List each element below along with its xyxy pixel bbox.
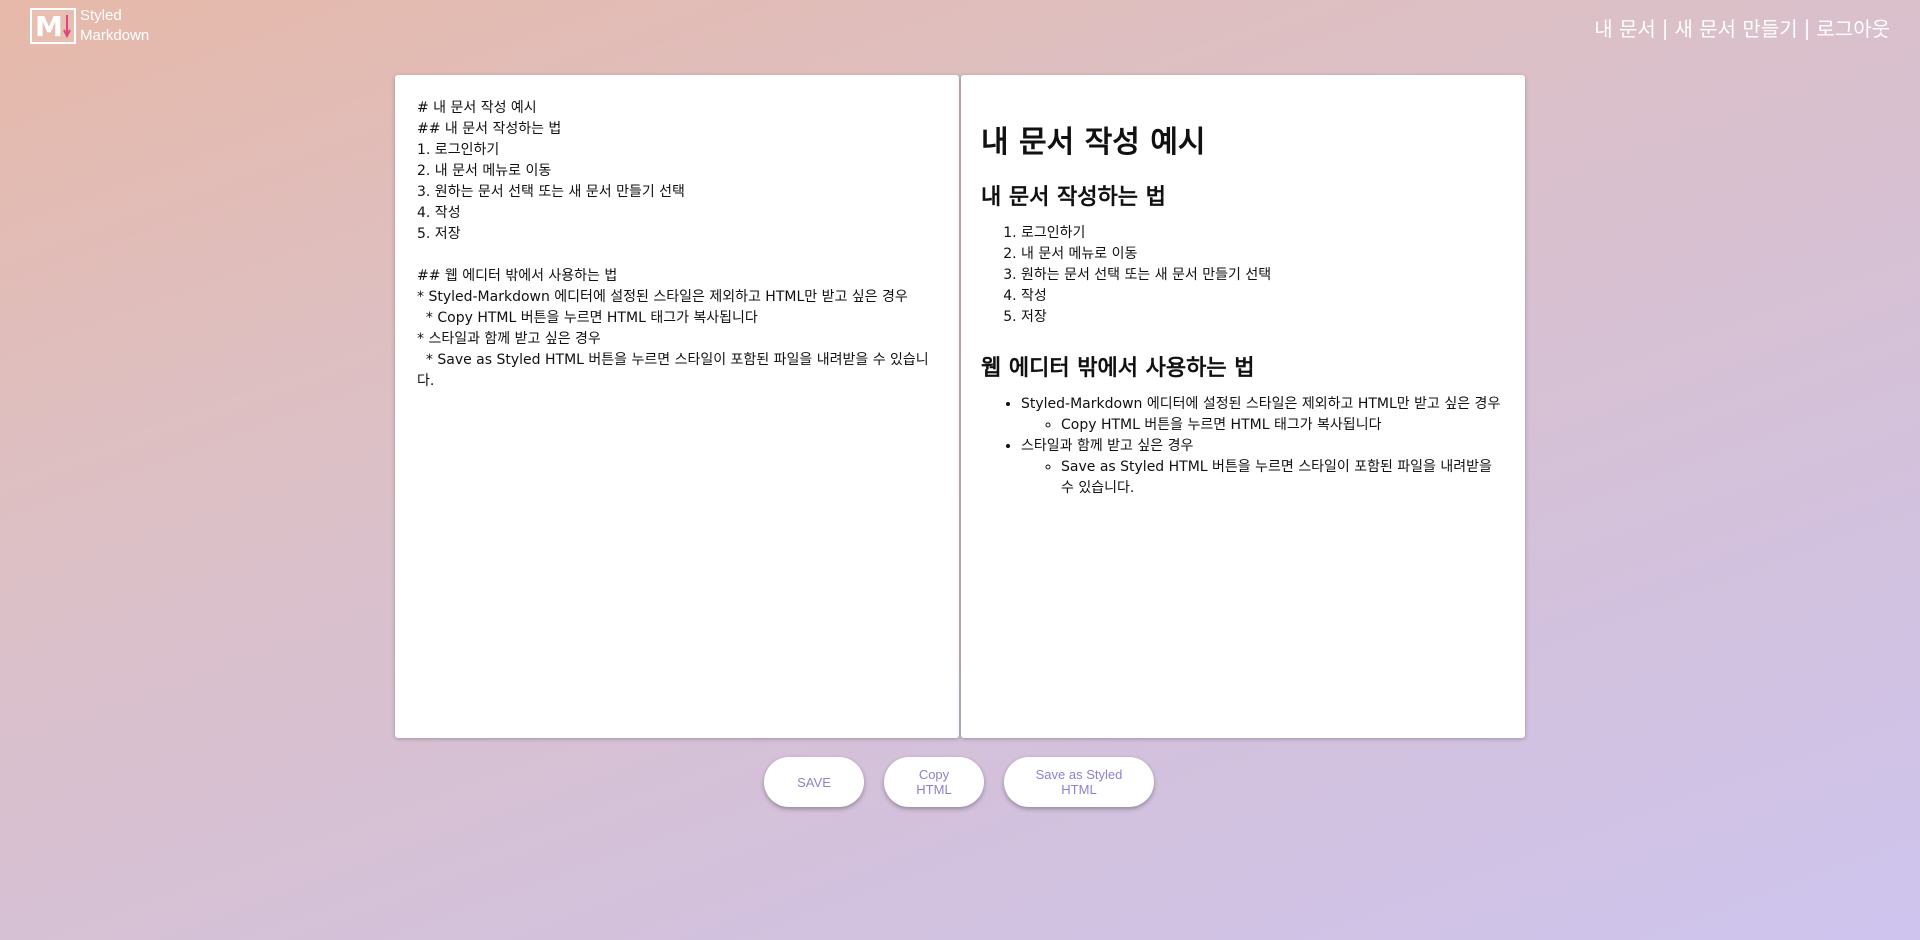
nav-new-doc-link[interactable]: 새 문서 만들기: [1675, 13, 1798, 42]
list-item-text: Styled-Markdown 에디터에 설정된 스타일은 제외하고 HTML만…: [1021, 396, 1501, 412]
preview-ordered-list: 로그인하기 내 문서 메뉴로 이동 원하는 문서 선택 또는 새 문서 만들기 …: [981, 223, 1505, 328]
preview-heading-2: 내 문서 작성하는 법: [981, 185, 1166, 210]
list-item: 스타일과 함께 받고 싶은 경우 Save as Styled HTML 버튼을…: [1021, 436, 1505, 499]
list-item: Save as Styled HTML 버튼을 누르면 스타일이 포함된 파일을…: [1061, 457, 1505, 499]
list-item: 저장: [1021, 307, 1505, 328]
markdown-preview-pane: 내 문서 작성 예시 내 문서 작성하는 법 로그인하기 내 문서 메뉴로 이동…: [961, 75, 1525, 738]
list-item: 작성: [1021, 286, 1505, 307]
list-item: Copy HTML 버튼을 누르면 HTML 태그가 복사됩니다: [1061, 415, 1505, 436]
preview-heading-1: 내 문서 작성 예시: [981, 125, 1206, 160]
preview-sub-list: Copy HTML 버튼을 누르면 HTML 태그가 복사됩니다: [1021, 415, 1505, 436]
markdown-source-pane: # 내 문서 작성 예시 ## 내 문서 작성하는 법 1. 로그인하기 2. …: [395, 75, 959, 738]
preview-sub-list: Save as Styled HTML 버튼을 누르면 스타일이 포함된 파일을…: [1021, 457, 1505, 499]
brand-line-2: Markdown: [80, 27, 150, 44]
brand-line-1: Styled: [80, 7, 122, 24]
list-item: 원하는 문서 선택 또는 새 문서 만들기 선택: [1021, 265, 1505, 286]
down-arrow-icon: [63, 15, 71, 39]
markdown-source-input[interactable]: # 내 문서 작성 예시 ## 내 문서 작성하는 법 1. 로그인하기 2. …: [395, 75, 959, 738]
list-item: 내 문서 메뉴로 이동: [1021, 244, 1505, 265]
top-nav: 내 문서 | 새 문서 만들기 | 로그아웃: [1594, 13, 1890, 42]
action-buttons: SAVE Copy HTML Save as Styled HTML: [764, 757, 1154, 807]
app-logo[interactable]: M Styled Markdown: [30, 6, 149, 46]
nav-separator: |: [1803, 15, 1811, 40]
list-item-text: 스타일과 함께 받고 싶은 경우: [1021, 438, 1194, 454]
list-item: Styled-Markdown 에디터에 설정된 스타일은 제외하고 HTML만…: [1021, 394, 1505, 436]
nav-my-docs-link[interactable]: 내 문서: [1594, 13, 1656, 42]
save-styled-html-button[interactable]: Save as Styled HTML: [1004, 757, 1154, 807]
nav-logout-link[interactable]: 로그아웃: [1816, 13, 1890, 42]
brand-name: Styled Markdown: [80, 6, 149, 46]
copy-html-button[interactable]: Copy HTML: [884, 757, 984, 807]
preview-bullet-list: Styled-Markdown 에디터에 설정된 스타일은 제외하고 HTML만…: [981, 394, 1505, 499]
nav-separator: |: [1661, 15, 1669, 40]
editor-container: # 내 문서 작성 예시 ## 내 문서 작성하는 법 1. 로그인하기 2. …: [395, 75, 1525, 738]
save-button[interactable]: SAVE: [764, 757, 864, 807]
logo-mark-icon: M: [30, 8, 76, 44]
preview-heading-2: 웹 에디터 밖에서 사용하는 법: [981, 356, 1255, 381]
list-item: 로그인하기: [1021, 223, 1505, 244]
